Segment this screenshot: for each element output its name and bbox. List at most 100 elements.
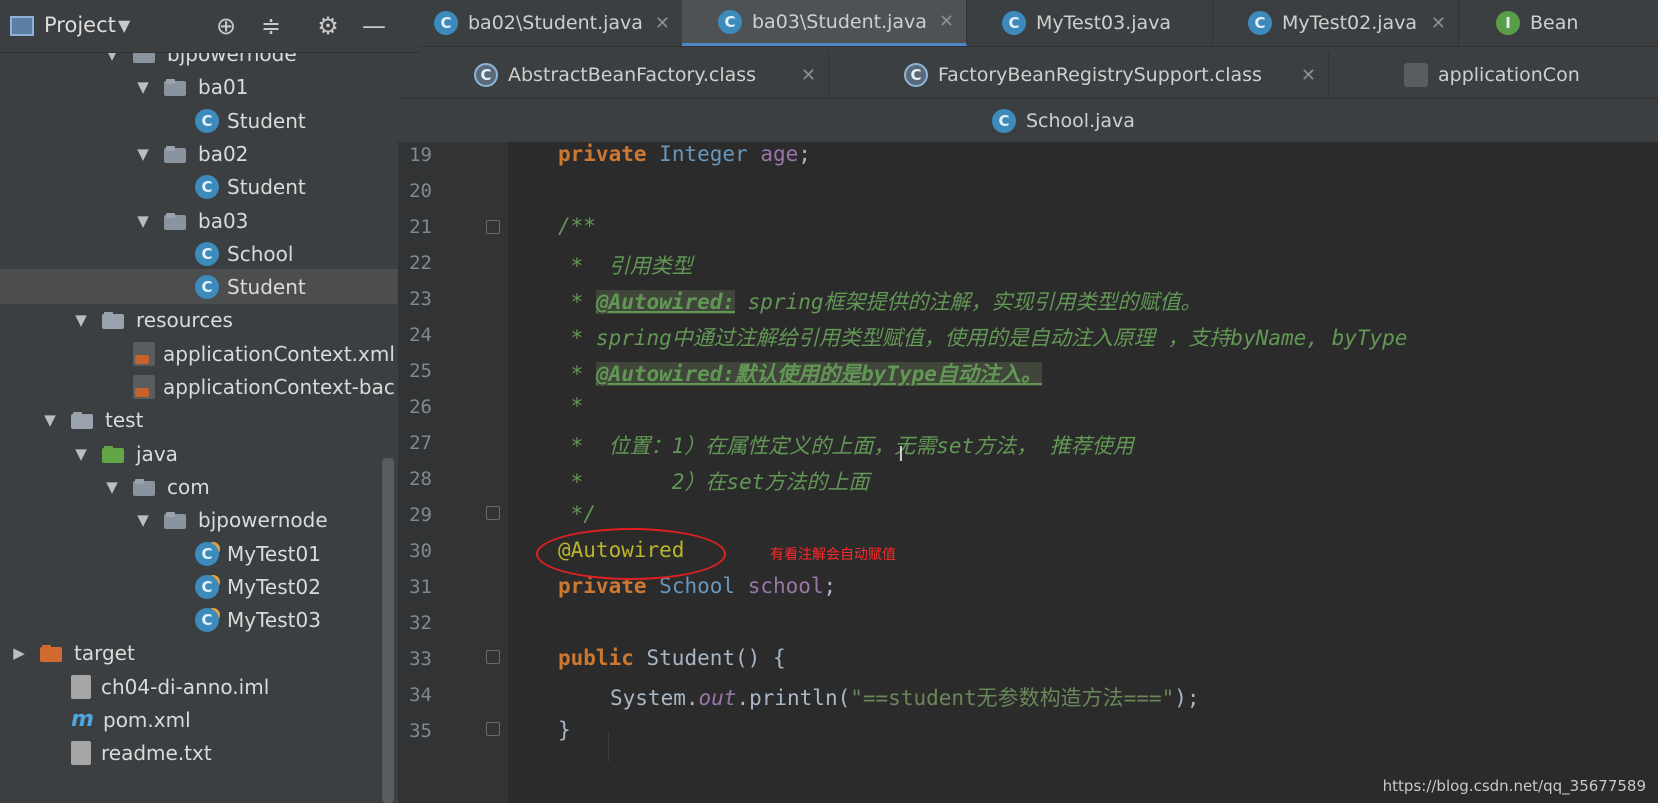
chevron-down-icon[interactable]: ▼: [118, 16, 130, 35]
test-class-icon: C: [1248, 11, 1272, 35]
tab-application-context[interactable]: applicationCon: [1328, 52, 1658, 98]
project-title[interactable]: Project: [44, 13, 116, 37]
line-number: 20: [409, 180, 432, 202]
tree-item-label: Student: [227, 174, 306, 199]
tree-item[interactable]: m pom.xml: [0, 702, 420, 737]
tab-factory-bean-registry-support[interactable]: C FactoryBeanRegistrySupport.class ✕: [828, 52, 1329, 98]
test-class-icon: C: [195, 541, 219, 566]
tree-item[interactable]: applicationContext-bac: [0, 369, 420, 404]
tab-school[interactable]: C School.java: [992, 98, 1192, 144]
scrollbar[interactable]: [382, 458, 394, 803]
line-number: 26: [409, 396, 432, 418]
chevron-down-icon[interactable]: ▼: [132, 212, 154, 230]
tree-item[interactable]: ▼ java: [0, 436, 420, 471]
tree-item[interactable]: readme.txt: [0, 735, 420, 770]
tree-item[interactable]: ▼ ba01: [0, 69, 420, 104]
chevron-down-icon[interactable]: ▼: [132, 145, 154, 163]
class-icon: C: [434, 11, 458, 35]
collapse-all-icon[interactable]: ≑: [257, 12, 285, 40]
close-icon[interactable]: ✕: [1431, 13, 1446, 34]
locate-icon[interactable]: ⊕: [212, 12, 240, 40]
line-number: 28: [409, 468, 432, 490]
chevron-down-icon[interactable]: ▼: [101, 478, 123, 496]
tree-item[interactable]: C MyTest02: [0, 569, 420, 604]
code-line-27: * 位置：1）在属性定义的上面，无需set方法， 推荐使用: [558, 434, 1134, 458]
tree-item-label: ba01: [198, 74, 249, 99]
line-number: 21: [409, 216, 432, 238]
chevron-down-icon[interactable]: ▼: [39, 411, 61, 429]
tree-item[interactable]: C Student: [0, 269, 420, 304]
tab-label: ba02\Student.java: [468, 12, 643, 34]
tree-item-label: readme.txt: [101, 740, 212, 765]
tree-item[interactable]: ▼ com: [0, 469, 420, 504]
tab-ba03-student[interactable]: C ba03\Student.java ✕: [682, 0, 967, 46]
close-icon[interactable]: ✕: [1301, 65, 1316, 86]
class-icon: C: [992, 109, 1016, 133]
tree-item[interactable]: C Student: [0, 103, 420, 138]
class-icon: C: [195, 274, 219, 299]
line-gutter: 19 20 21 22 23 24 25 26 27 28 29 30 31 32 33 34 35: [398, 142, 508, 803]
fold-icon[interactable]: [486, 650, 500, 664]
gear-icon[interactable]: ⚙: [314, 12, 342, 40]
tab-mytest02[interactable]: C MyTest02.java ✕: [1212, 0, 1459, 46]
close-icon[interactable]: ✕: [801, 65, 816, 86]
chevron-down-icon[interactable]: ▼: [132, 511, 154, 529]
tree-item-label: applicationContext.xml: [163, 341, 395, 366]
close-icon[interactable]: ✕: [939, 11, 954, 32]
tree-item[interactable]: ▼ resources: [0, 302, 420, 337]
tree-item-label: MyTest02: [227, 574, 321, 599]
fold-icon[interactable]: [486, 506, 500, 520]
class-icon: C: [195, 174, 219, 199]
text-cursor-icon: I: [898, 442, 904, 466]
minimize-icon[interactable]: —: [360, 12, 388, 40]
file-icon: [71, 674, 91, 699]
code-line-33: public Student() {: [558, 646, 786, 670]
tree-item-label: target: [74, 640, 135, 665]
tree-item[interactable]: C MyTest03: [0, 602, 420, 637]
tree-item-label: School: [227, 241, 294, 266]
tab-bean[interactable]: I Bean: [1458, 0, 1658, 46]
tree-item[interactable]: C Student: [0, 169, 420, 204]
tab-label: School.java: [1026, 110, 1135, 132]
file-icon: [71, 740, 91, 765]
line-number: 23: [409, 288, 432, 310]
chevron-down-icon[interactable]: ▼: [132, 78, 154, 96]
code-line-24: * spring中通过注解给引用类型赋值，使用的是自动注入原理 ，支持byNam…: [558, 326, 1408, 350]
tree-item[interactable]: ▼ bjpowernode: [0, 502, 420, 537]
package-icon: [164, 78, 186, 96]
tree-item[interactable]: ▼ test: [0, 402, 420, 437]
tree-item[interactable]: applicationContext.xml: [0, 336, 420, 371]
class-file-icon: C: [474, 63, 498, 87]
tab-ba02-student[interactable]: C ba02\Student.java ✕: [398, 0, 683, 46]
xml-file-icon: [1404, 63, 1428, 87]
tab-label: Bean: [1530, 12, 1579, 34]
chevron-down-icon[interactable]: ▼: [70, 311, 92, 329]
tree-item[interactable]: C School: [0, 236, 420, 271]
tree-item[interactable]: ▼ ba03: [0, 203, 420, 238]
code-editor[interactable]: 19 20 21 22 23 24 25 26 27 28 29 30 31 32 33 34 35 priva…: [398, 142, 1658, 803]
tree-item[interactable]: ▶ target: [0, 635, 420, 670]
chevron-down-icon[interactable]: ▼: [70, 445, 92, 463]
line-number: 30: [409, 540, 432, 562]
tree-item[interactable]: ▼ ba02: [0, 136, 420, 171]
line-number: 25: [409, 360, 432, 382]
tab-label: ba03\Student.java: [752, 10, 927, 33]
line-number: 19: [409, 144, 432, 166]
tab-abstract-bean-factory[interactable]: C AbstractBeanFactory.class ✕: [398, 52, 829, 98]
indent-guide: [608, 732, 609, 762]
project-window-icon: [10, 16, 34, 36]
tree-item-label: resources: [136, 307, 233, 332]
close-icon[interactable]: ✕: [655, 13, 670, 34]
package-icon: [133, 478, 155, 496]
tree-item[interactable]: C MyTest01: [0, 536, 420, 571]
line-number: 33: [409, 648, 432, 670]
tab-mytest03[interactable]: C MyTest03.java: [966, 0, 1213, 46]
chevron-right-icon[interactable]: ▶: [8, 644, 30, 662]
project-panel: Project ▼ ⊕ ≑ ⚙ — ▼ bjpowernode ▼ ba01 C Stud…: [0, 0, 420, 803]
tree-item[interactable]: ch04-di-anno.iml: [0, 669, 420, 704]
tree-item-label: ba03: [198, 208, 249, 233]
tree-item-label: bjpowernode: [198, 507, 328, 532]
tree-item-label: ba02: [198, 141, 249, 166]
fold-icon[interactable]: [486, 220, 500, 234]
fold-icon[interactable]: [486, 722, 500, 736]
